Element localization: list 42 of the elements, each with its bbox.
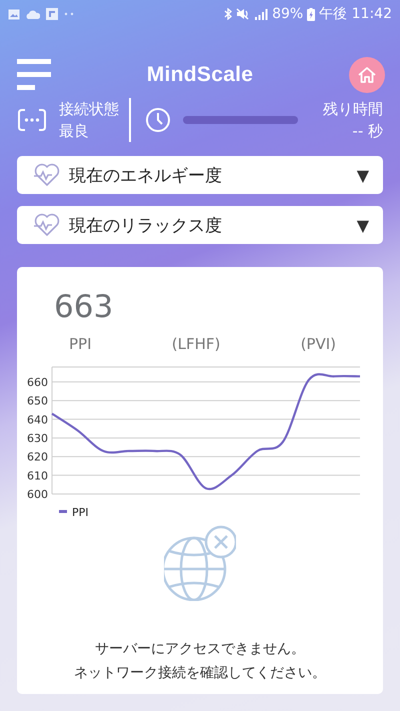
mute-icon — [236, 8, 250, 20]
gallery-icon — [8, 8, 20, 20]
ppi-value: 663 — [54, 289, 114, 325]
more-icon — [64, 12, 74, 16]
timer-value: -- 秒 — [352, 121, 383, 142]
home-icon — [357, 66, 377, 84]
signal-icon — [254, 8, 268, 20]
battery-percent: 89% — [272, 6, 304, 22]
home-button[interactable] — [349, 57, 385, 93]
axis-tick-label: 660 — [27, 376, 48, 389]
bluetooth-icon — [224, 8, 232, 20]
timer-label: 残り時間 — [323, 99, 383, 120]
clock-icon — [144, 107, 170, 133]
connection-value: 最良 — [59, 121, 90, 142]
clock-time: 午後 11:42 — [319, 5, 392, 23]
globe-offline-icon — [164, 525, 236, 601]
axis-tick-label: 650 — [27, 394, 48, 408]
error-message: ネットワーク接続を確認してください。 — [74, 664, 326, 683]
axis-tick-label: 630 — [27, 432, 48, 445]
connection-icon — [17, 108, 47, 132]
heart-pulse-icon — [33, 213, 61, 237]
heart-pulse-icon — [33, 163, 61, 187]
menu-icon[interactable] — [17, 58, 51, 92]
axis-tick-label: 600 — [27, 488, 48, 501]
axis-tick-label: 620 — [27, 450, 48, 464]
app-title: MindScale — [146, 63, 254, 87]
dropdown[interactable]: 現在のエネルギー度 ▼ — [17, 156, 383, 194]
legend-label: PPI — [72, 506, 89, 519]
metric-label: (LFHF) — [172, 335, 220, 353]
axis-tick-label: 640 — [27, 413, 48, 426]
error-message: サーバーにアクセスできません。 — [95, 640, 305, 659]
axis-tick-label: 610 — [27, 469, 48, 482]
caret-icon: ▼ — [356, 216, 369, 234]
connection-label: 接続状態 — [59, 99, 119, 120]
metric-label: PPI — [69, 335, 92, 353]
cloud-icon — [26, 10, 40, 18]
battery-charging-icon — [307, 8, 316, 20]
dropdown[interactable]: 現在のリラックス度 ▼ — [17, 206, 383, 244]
metric-label: (PVI) — [300, 335, 336, 353]
app-icon — [46, 8, 58, 20]
caret-icon: ▼ — [356, 166, 369, 184]
legend-swatch — [59, 510, 67, 513]
